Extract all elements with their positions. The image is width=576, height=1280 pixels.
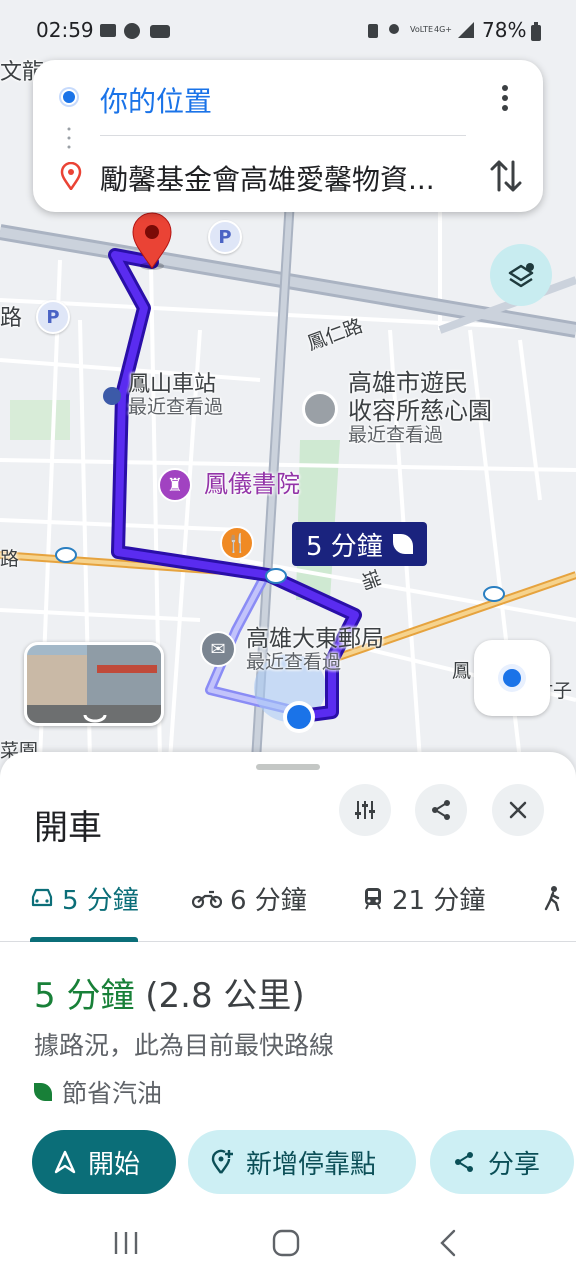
poi-shelter-line2: 收容所慈心園	[348, 396, 492, 425]
poi-fengshan-station[interactable]: 鳳山車站 最近查看過	[128, 372, 223, 419]
navigation-arrow-icon	[54, 1150, 76, 1174]
tab-motorcycle-label: 6 分鐘	[230, 885, 307, 916]
more-options-icon[interactable]	[490, 80, 520, 116]
summary-time: 5 分鐘	[34, 976, 135, 1016]
status-time: 02:59	[36, 18, 94, 42]
map-label-lu: 路	[0, 306, 23, 331]
tab-motorcycle[interactable]: 6 分鐘	[192, 878, 307, 918]
add-stop-button[interactable]: 新增停靠點	[188, 1130, 416, 1194]
recent-apps-icon[interactable]	[112, 1230, 140, 1256]
poi-fengshan-station-name: 鳳山車站	[128, 372, 217, 397]
route-description: 據路況，此為目前最快路線	[34, 1031, 335, 1060]
system-nav-bar	[0, 1212, 576, 1280]
status-bar: 02:59 VoLTE 4G+ 78%	[0, 0, 576, 60]
poi-post-office[interactable]: 高雄大東郵局 最近查看過	[246, 626, 384, 674]
motorcycle-icon	[192, 890, 222, 909]
my-location-icon	[498, 664, 526, 692]
destination-field[interactable]: 勵馨基金會高雄愛馨物資...	[100, 158, 472, 198]
svg-text:VoLTE: VoLTE	[410, 25, 433, 34]
signal-icons: VoLTE 4G+	[368, 22, 474, 38]
tab-walk[interactable]	[542, 878, 564, 918]
poi-shelter-line1: 高雄市遊民	[348, 369, 468, 397]
layers-icon	[508, 263, 534, 288]
battery-icon	[531, 22, 541, 41]
restaurant-icon[interactable]: 🍴	[220, 526, 254, 560]
card-divider	[100, 135, 466, 136]
add-location-icon	[211, 1149, 233, 1174]
directions-sheet: 開車 5 分鐘 6 分鐘 21 分鐘 5 分鐘 (2.8 公里) 據路況，此為目…	[0, 752, 576, 1280]
tab-transit-label: 21 分鐘	[392, 885, 486, 916]
battery-percent: 78%	[482, 18, 527, 42]
route-summary: 5 分鐘 (2.8 公里)	[34, 968, 305, 1017]
poi-shelter-recent: 最近查看過	[348, 424, 444, 447]
destination-pin-icon	[60, 162, 82, 190]
sheet-title: 開車	[34, 808, 102, 848]
origin-dot-icon	[61, 89, 77, 105]
active-tab-indicator	[30, 937, 138, 942]
share-label: 分享	[488, 1149, 541, 1180]
route-time-label: 5 分鐘	[306, 531, 383, 562]
sheet-drag-handle[interactable]	[256, 764, 320, 770]
tune-icon	[355, 801, 375, 819]
poi-shelter[interactable]: 高雄市遊民 收容所慈心園 最近查看過	[348, 369, 492, 447]
walk-icon	[544, 886, 560, 911]
poi-post-office-name: 高雄大東郵局	[246, 626, 384, 652]
car-icon	[31, 888, 53, 907]
tab-transit[interactable]: 21 分鐘	[362, 878, 485, 918]
eco-leaf-icon	[392, 534, 413, 554]
tab-drive[interactable]: 5 分鐘	[30, 878, 139, 918]
tab-drive-label: 5 分鐘	[62, 885, 139, 916]
route-time-chip[interactable]: 5 分鐘	[292, 522, 427, 566]
poi-academy[interactable]: 鳳儀書院	[204, 470, 300, 499]
home-icon[interactable]	[272, 1228, 300, 1258]
mail-icon[interactable]: ✉	[200, 631, 236, 667]
eco-label: 節省汽油	[62, 1079, 163, 1108]
street-view-image	[27, 645, 161, 723]
action-buttons: 開始 新增停靠點 分享	[32, 1130, 576, 1194]
parking-icon-2[interactable]: P	[36, 300, 70, 334]
origin-field[interactable]: 你的位置	[100, 80, 212, 120]
route-options-button[interactable]	[339, 784, 391, 836]
swap-icon[interactable]	[488, 156, 524, 196]
share-button[interactable]: 分享	[430, 1130, 574, 1194]
parking-icon[interactable]: P	[208, 220, 242, 254]
summary-distance: (2.8 公里)	[145, 976, 305, 1016]
notification-icons	[100, 23, 170, 39]
landmark-icon[interactable]: ♜	[158, 468, 192, 502]
travel-mode-tabs: 5 分鐘 6 分鐘 21 分鐘	[0, 864, 576, 942]
poi-fengshan-station-recent: 最近查看過	[128, 396, 224, 419]
share-icon	[455, 1152, 473, 1172]
transit-icon	[365, 888, 381, 910]
road-label-feng: 鳳	[452, 660, 472, 682]
add-stop-label: 新增停靠點	[246, 1149, 377, 1180]
back-icon[interactable]	[438, 1228, 458, 1258]
my-location-button[interactable]	[474, 640, 550, 716]
poi-post-office-recent: 最近查看過	[246, 651, 342, 674]
svg-text:4G+: 4G+	[434, 25, 452, 34]
eco-badge: 節省汽油	[34, 1074, 162, 1110]
start-label: 開始	[88, 1149, 141, 1180]
share-route-button[interactable]	[415, 784, 467, 836]
leaf-icon	[34, 1083, 52, 1101]
location-pin-icon[interactable]	[302, 391, 338, 427]
route-connector-dots	[67, 127, 71, 149]
start-button[interactable]: 開始	[32, 1130, 176, 1194]
close-button[interactable]	[492, 784, 544, 836]
street-view-thumbnail[interactable]	[24, 642, 164, 726]
road-label-left-lu: 路	[0, 548, 20, 570]
layers-button[interactable]	[490, 244, 552, 306]
close-icon	[509, 801, 527, 819]
share-icon	[432, 800, 450, 820]
